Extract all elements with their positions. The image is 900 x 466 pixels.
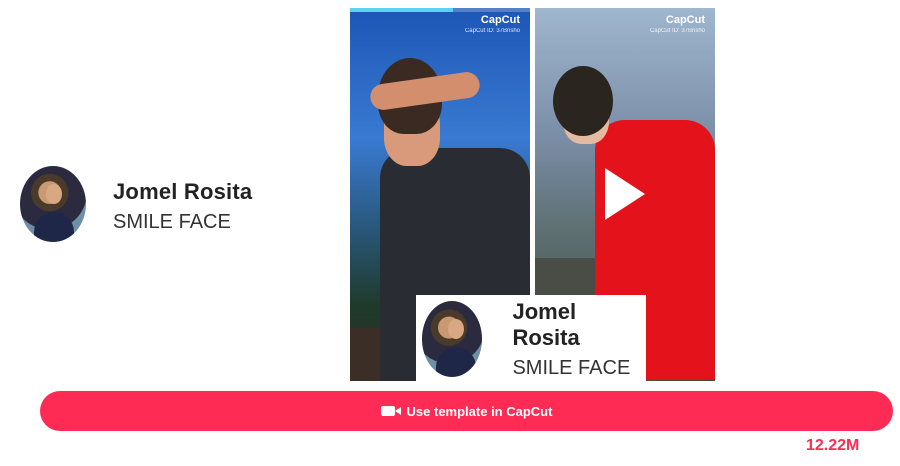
creator-overlay-card: Jomel Rosita SMILE FACE xyxy=(416,295,646,382)
creator-text: Jomel Rosita SMILE FACE xyxy=(113,179,252,234)
video-camera-icon xyxy=(380,406,401,416)
avatar-face xyxy=(46,184,62,204)
avatar-shirt xyxy=(34,212,74,242)
usage-count: 12.22M xyxy=(806,437,860,454)
capcut-logo-text: CapCut xyxy=(665,14,705,26)
creator-info: Jomel Rosita SMILE FACE xyxy=(20,166,252,242)
capcut-watermark: CapCut CapCut ID: 37Bnsho xyxy=(650,14,705,34)
overlay-creator-name[interactable]: Jomel Rosita xyxy=(512,299,646,351)
capcut-watermark: CapCut CapCut ID: 37Bnsho xyxy=(465,14,520,34)
overlay-avatar[interactable] xyxy=(422,300,483,377)
use-template-button[interactable]: Use template in CapCut xyxy=(40,391,893,431)
capcut-id-text: CapCut ID: 37Bnsho xyxy=(649,28,705,34)
template-name: SMILE FACE xyxy=(113,210,231,233)
play-icon[interactable] xyxy=(605,168,645,220)
avatar-shirt xyxy=(436,346,476,377)
overlay-template-name: SMILE FACE xyxy=(512,357,631,379)
progress-bar xyxy=(350,8,453,12)
avatar-face xyxy=(448,318,464,339)
capcut-id-text: CapCut ID: 37Bnsho xyxy=(464,28,520,34)
use-template-label: Use template in CapCut xyxy=(406,403,553,419)
person-hair xyxy=(553,66,613,136)
capcut-logo-text: CapCut xyxy=(480,14,520,26)
overlay-text: Jomel Rosita SMILE FACE xyxy=(512,299,646,380)
creator-avatar[interactable] xyxy=(20,166,86,242)
creator-name[interactable]: Jomel Rosita xyxy=(113,179,252,205)
